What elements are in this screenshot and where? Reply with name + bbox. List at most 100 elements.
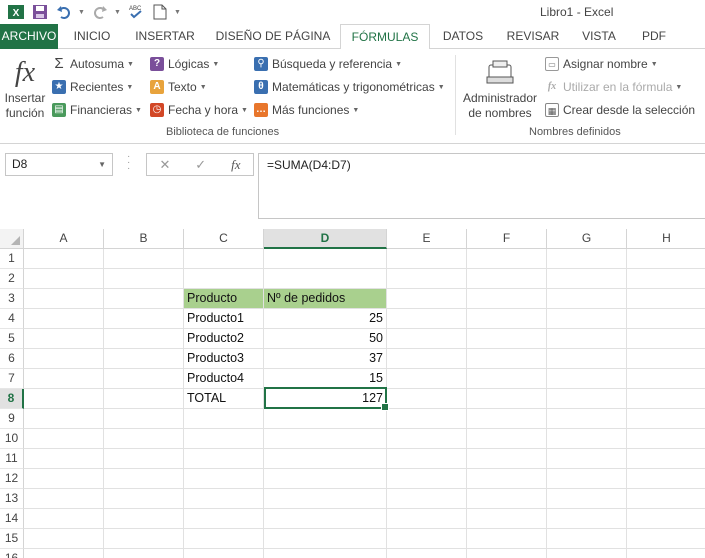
- name-box[interactable]: D8 ▼: [5, 153, 113, 176]
- cell-d1[interactable]: [264, 249, 387, 269]
- cell-f4[interactable]: [467, 309, 547, 329]
- cell-f16[interactable]: [467, 549, 547, 558]
- cell-h7[interactable]: [627, 369, 705, 389]
- cell-a9[interactable]: [24, 409, 104, 429]
- cell-h5[interactable]: [627, 329, 705, 349]
- recent-button[interactable]: ★ Recientes ▼: [52, 77, 133, 97]
- cell-c10[interactable]: [184, 429, 264, 449]
- cell-e14[interactable]: [387, 509, 467, 529]
- tab-page-layout[interactable]: DISEÑO DE PÁGINA: [210, 24, 336, 49]
- cell-h1[interactable]: [627, 249, 705, 269]
- cell-g5[interactable]: [547, 329, 627, 349]
- cell-d8[interactable]: 127: [264, 389, 387, 409]
- formula-input[interactable]: =SUMA(D4:D7): [258, 153, 705, 219]
- cell-h11[interactable]: [627, 449, 705, 469]
- cell-g13[interactable]: [547, 489, 627, 509]
- cell-f1[interactable]: [467, 249, 547, 269]
- financial-button[interactable]: ▤ Financieras ▼: [52, 100, 142, 120]
- cell-a11[interactable]: [24, 449, 104, 469]
- cell-a1[interactable]: [24, 249, 104, 269]
- row-header-7[interactable]: 7: [0, 369, 24, 389]
- row-header-8[interactable]: 8: [0, 389, 24, 409]
- column-header-b[interactable]: B: [104, 229, 184, 249]
- cell-c14[interactable]: [184, 509, 264, 529]
- cell-a15[interactable]: [24, 529, 104, 549]
- cell-g15[interactable]: [547, 529, 627, 549]
- tab-formulas[interactable]: FÓRMULAS: [340, 24, 430, 50]
- cell-f9[interactable]: [467, 409, 547, 429]
- cell-b2[interactable]: [104, 269, 184, 289]
- name-manager-button[interactable]: Administrador de nombres: [460, 59, 540, 121]
- column-header-f[interactable]: F: [467, 229, 547, 249]
- row-header-5[interactable]: 5: [0, 329, 24, 349]
- cell-a13[interactable]: [24, 489, 104, 509]
- cell-f10[interactable]: [467, 429, 547, 449]
- use-in-formula-button[interactable]: fx Utilizar en la fórmula ▼: [545, 77, 682, 97]
- cell-d15[interactable]: [264, 529, 387, 549]
- cell-f15[interactable]: [467, 529, 547, 549]
- column-header-g[interactable]: G: [547, 229, 627, 249]
- cell-d3[interactable]: Nº de pedidos: [264, 289, 387, 309]
- cell-f3[interactable]: [467, 289, 547, 309]
- cell-g10[interactable]: [547, 429, 627, 449]
- enter-icon[interactable]: ✓: [195, 157, 206, 173]
- redo-dropdown-icon[interactable]: ▼: [114, 9, 122, 16]
- cell-d7[interactable]: 15: [264, 369, 387, 389]
- cell-h14[interactable]: [627, 509, 705, 529]
- cell-e6[interactable]: [387, 349, 467, 369]
- save-icon[interactable]: [30, 2, 50, 22]
- tab-home[interactable]: INICIO: [66, 24, 118, 49]
- new-document-icon[interactable]: [150, 2, 170, 22]
- cell-c13[interactable]: [184, 489, 264, 509]
- cell-h9[interactable]: [627, 409, 705, 429]
- cell-b8[interactable]: [104, 389, 184, 409]
- cell-f13[interactable]: [467, 489, 547, 509]
- cell-a14[interactable]: [24, 509, 104, 529]
- cell-f5[interactable]: [467, 329, 547, 349]
- autosum-button[interactable]: Σ Autosuma ▼: [52, 54, 134, 74]
- cell-f6[interactable]: [467, 349, 547, 369]
- cell-a2[interactable]: [24, 269, 104, 289]
- cell-h6[interactable]: [627, 349, 705, 369]
- cell-h12[interactable]: [627, 469, 705, 489]
- tab-view[interactable]: VISTA: [574, 24, 624, 49]
- cell-d13[interactable]: [264, 489, 387, 509]
- cell-d14[interactable]: [264, 509, 387, 529]
- row-header-2[interactable]: 2: [0, 269, 24, 289]
- cell-a4[interactable]: [24, 309, 104, 329]
- cell-e13[interactable]: [387, 489, 467, 509]
- cell-e15[interactable]: [387, 529, 467, 549]
- row-header-12[interactable]: 12: [0, 469, 24, 489]
- insert-function-button[interactable]: fx Insertar función: [3, 55, 47, 121]
- cell-e8[interactable]: [387, 389, 467, 409]
- cell-c8[interactable]: TOTAL: [184, 389, 264, 409]
- cell-h8[interactable]: [627, 389, 705, 409]
- cell-a6[interactable]: [24, 349, 104, 369]
- row-header-16[interactable]: 16: [0, 549, 24, 558]
- cell-g2[interactable]: [547, 269, 627, 289]
- cell-h2[interactable]: [627, 269, 705, 289]
- customize-qat-icon[interactable]: ▼: [174, 9, 182, 16]
- cell-b1[interactable]: [104, 249, 184, 269]
- cell-h3[interactable]: [627, 289, 705, 309]
- row-header-6[interactable]: 6: [0, 349, 24, 369]
- cell-a8[interactable]: [24, 389, 104, 409]
- cell-g16[interactable]: [547, 549, 627, 558]
- cell-c3[interactable]: Producto: [184, 289, 264, 309]
- row-header-13[interactable]: 13: [0, 489, 24, 509]
- spelling-icon[interactable]: ABC: [126, 2, 146, 22]
- cell-b10[interactable]: [104, 429, 184, 449]
- cell-b4[interactable]: [104, 309, 184, 329]
- cell-b16[interactable]: [104, 549, 184, 558]
- redo-icon[interactable]: [90, 2, 110, 22]
- column-header-e[interactable]: E: [387, 229, 467, 249]
- select-all-button[interactable]: [0, 229, 24, 249]
- cell-f7[interactable]: [467, 369, 547, 389]
- formula-bar-grip-icon[interactable]: · · ·: [127, 152, 131, 174]
- cell-e1[interactable]: [387, 249, 467, 269]
- row-header-4[interactable]: 4: [0, 309, 24, 329]
- undo-dropdown-icon[interactable]: ▼: [78, 9, 86, 16]
- cell-c9[interactable]: [184, 409, 264, 429]
- math-trig-button[interactable]: θ Matemáticas y trigonométricas ▼: [254, 77, 445, 97]
- text-button[interactable]: A Texto ▼: [150, 77, 207, 97]
